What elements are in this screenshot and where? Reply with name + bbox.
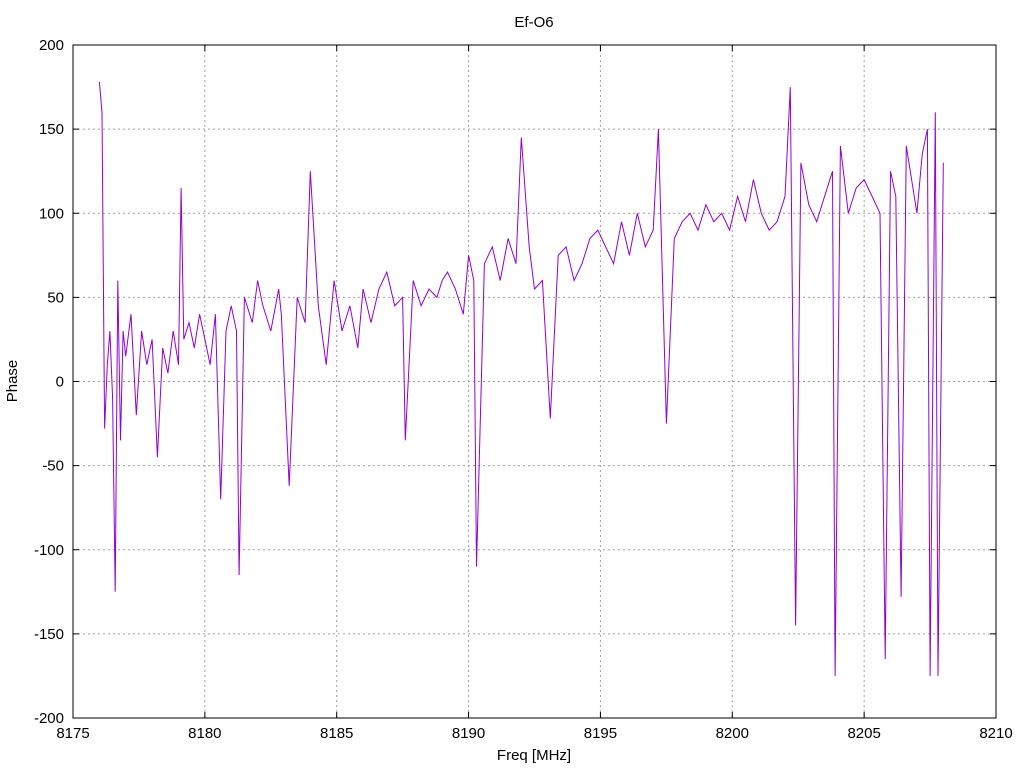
x-tick-labels: 8175 8180 8185 8190 8195 8200 8205 8210 <box>56 725 1012 742</box>
x-tick-label: 8180 <box>188 725 221 742</box>
x-tick-label: 8175 <box>56 725 89 742</box>
y-axis-label: Phase <box>4 360 21 403</box>
y-tick-label: 100 <box>39 205 64 222</box>
y-tick-label: -200 <box>34 710 64 727</box>
x-tick-label: 8210 <box>979 725 1012 742</box>
y-tick-label: 0 <box>56 374 64 391</box>
y-tick-label: -50 <box>42 458 64 475</box>
grid-lines <box>73 45 996 718</box>
x-tick-label: 8205 <box>847 725 880 742</box>
series-layer <box>98 81 944 676</box>
series-line-0 <box>98 81 944 676</box>
y-tick-label: 150 <box>39 121 64 138</box>
x-tick-label: 8190 <box>452 725 485 742</box>
phase-chart: Ef-O6 8175 8180 8185 8190 8195 8200 8205 8210 2… <box>4 14 1013 764</box>
y-tick-label: -150 <box>34 626 64 643</box>
x-tick-label: 8185 <box>320 725 353 742</box>
chart-title: Ef-O6 <box>514 14 553 31</box>
y-tick-label: 50 <box>47 289 64 306</box>
y-tick-label: 200 <box>39 37 64 54</box>
x-axis-label: Freq [MHz] <box>497 747 571 764</box>
y-tick-label: -100 <box>34 542 64 559</box>
y-tick-labels: 200 150 100 50 0 -50 -100 -150 -200 <box>34 37 64 727</box>
x-tick-label: 8200 <box>716 725 749 742</box>
x-tick-label: 8195 <box>584 725 617 742</box>
